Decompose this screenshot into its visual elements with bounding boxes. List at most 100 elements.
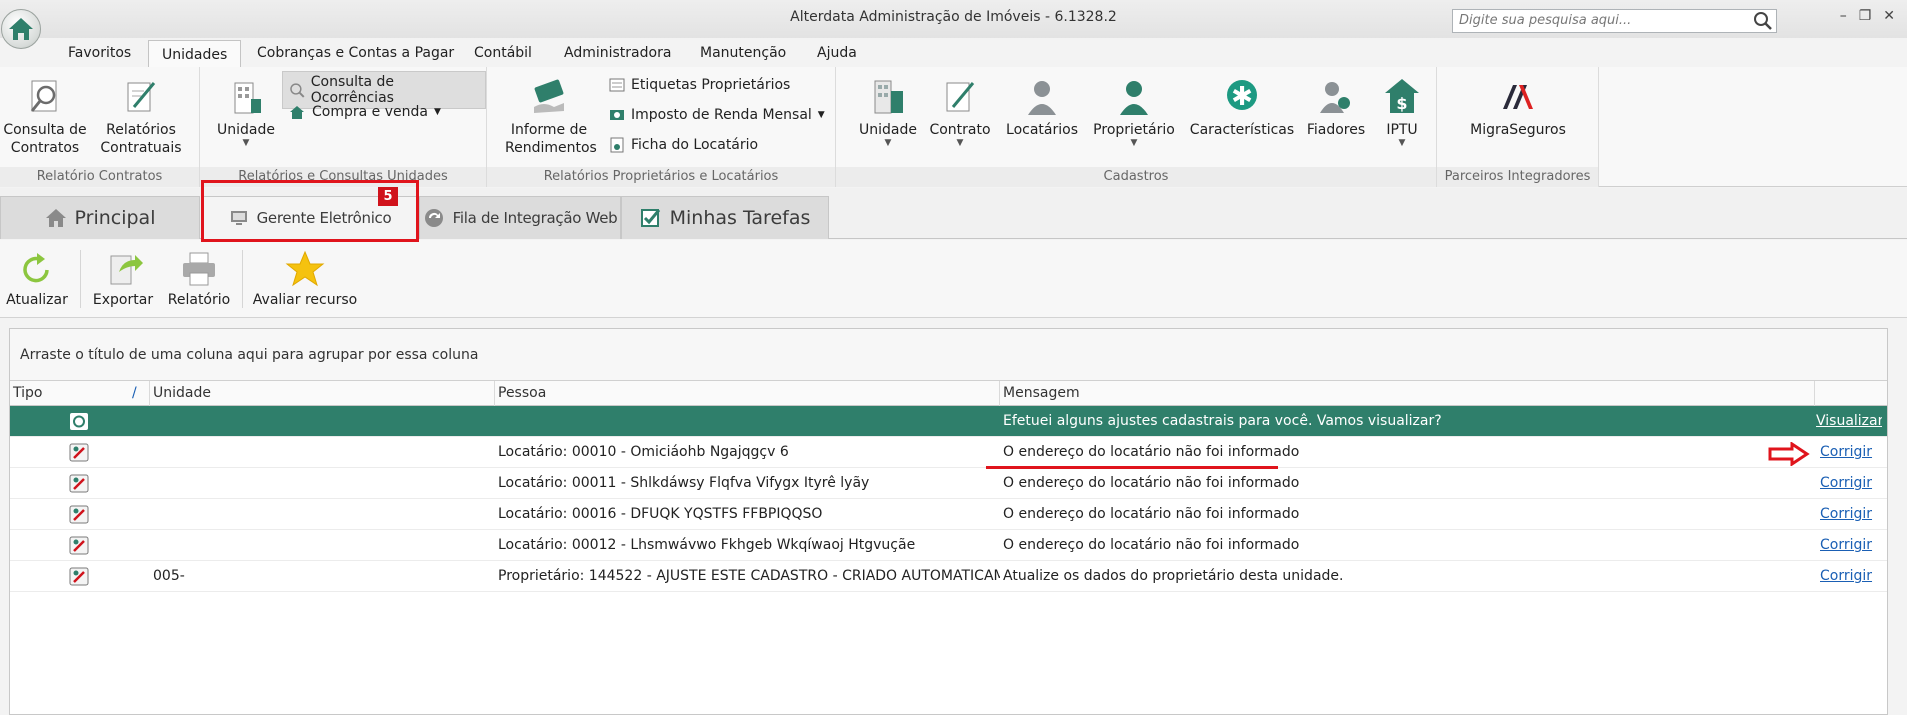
cadastro-fiadores-label: Fiadores xyxy=(1306,122,1366,138)
cadastro-locatarios-button[interactable]: Locatários xyxy=(1002,77,1082,139)
svg-text:$: $ xyxy=(1396,94,1407,113)
search-placeholder: Digite sua pesquisa aqui... xyxy=(1459,13,1632,28)
migraseguros-label: MigraSeguros xyxy=(1470,122,1566,138)
document-pen-icon xyxy=(127,82,156,112)
column-header-mensagem[interactable]: Mensagem xyxy=(1000,381,1815,406)
migraseguros-logo-icon xyxy=(1503,85,1533,109)
cadastro-fiadores-button[interactable]: Fiadores xyxy=(1302,77,1370,139)
menu-tab-manutencao[interactable]: Manutenção xyxy=(700,44,786,68)
menu-tab-administradora[interactable]: Administradora xyxy=(564,44,671,68)
column-header-pessoa[interactable]: Pessoa xyxy=(495,381,1000,406)
menu-tab-cobrancas[interactable]: Cobranças e Contas a Pagar xyxy=(257,44,454,68)
building-icon xyxy=(874,80,903,114)
edit-warning-icon xyxy=(69,474,89,493)
cadastro-caracteristicas-button[interactable]: ✱ Características xyxy=(1188,77,1296,139)
adjust-icon xyxy=(70,413,88,430)
column-header-tipo[interactable]: Tipo / xyxy=(10,381,150,406)
group-by-panel[interactable]: Arraste o título de uma coluna aqui para… xyxy=(10,329,1887,381)
tab-fila-integracao[interactable]: Fila de Integração Web xyxy=(419,196,621,239)
unidade-report-label: Unidade xyxy=(217,122,275,138)
ficha-locatario-label: Ficha do Locatário xyxy=(631,137,759,153)
search-icon[interactable] xyxy=(1753,11,1773,35)
printer-icon xyxy=(183,252,215,286)
cell-pessoa: Locatário: 00016 - DFUQK YQSTFS FFBPIQQS… xyxy=(498,506,823,522)
search-input[interactable]: Digite sua pesquisa aqui... xyxy=(1452,9,1777,33)
cell-pessoa xyxy=(498,406,998,437)
ribbon-group-parceiros: MigraSeguros Parceiros Integradores xyxy=(1437,67,1599,187)
avaliar-recurso-button[interactable]: Avaliar recurso xyxy=(252,250,358,308)
cadastro-unidade-button[interactable]: Unidade ▼ xyxy=(856,77,920,148)
exportar-label: Exportar xyxy=(92,292,154,308)
export-icon xyxy=(110,255,143,285)
table-row[interactable]: Locatário: 00016 - DFUQK YQSTFS FFBPIQQS… xyxy=(10,499,1887,530)
cell-unidade: 005- xyxy=(153,568,185,584)
corrigir-link[interactable]: Corrigir xyxy=(1820,561,1882,592)
group-label-cadastros: Cadastros xyxy=(836,167,1436,187)
table-row[interactable]: Efetuei alguns ajustes cadastrais para v… xyxy=(10,406,1887,437)
corrigir-link[interactable]: Corrigir xyxy=(1820,437,1882,468)
corrigir-link[interactable]: Corrigir xyxy=(1820,499,1882,530)
ribbon-group-cadastros: Unidade ▼ Contrato ▼ Locatários Propriet… xyxy=(836,67,1437,187)
table-row[interactable]: 005- Proprietário: 144522 - AJUSTE ESTE … xyxy=(10,561,1887,592)
visualizar-link[interactable]: Visualizar xyxy=(1816,406,1882,437)
corrigir-link[interactable]: Corrigir xyxy=(1820,530,1882,561)
corrigir-link[interactable]: Corrigir xyxy=(1820,468,1882,499)
window-controls: – ❐ ✕ xyxy=(1840,8,1895,24)
column-header-unidade[interactable]: Unidade xyxy=(150,381,495,406)
tab-principal[interactable]: Principal xyxy=(0,196,200,239)
document-tabs: Principal Gerente Eletrônico Fila de Int… xyxy=(0,188,1907,239)
group-label-relatorios-proprietarios: Relatórios Proprietários e Locatários xyxy=(487,167,835,187)
table-row[interactable]: Locatário: 00011 - Shlkdáwsy Flqfva Vify… xyxy=(10,468,1887,499)
person-green-icon xyxy=(1120,81,1148,115)
informe-rendimentos-button[interactable]: Informe de Rendimentos xyxy=(505,77,597,157)
ribbon-group-relatorios-consultas: Unidade ▼ Consulta de Ocorrências Compra… xyxy=(200,67,487,187)
highlight-underline xyxy=(986,466,1278,469)
cadastro-contrato-button[interactable]: Contrato ▼ xyxy=(926,77,994,148)
menu-bar: Favoritos Unidades Cobranças e Contas a … xyxy=(0,38,1907,69)
tab-tarefas-label: Minhas Tarefas xyxy=(669,207,811,229)
atualizar-button[interactable]: Atualizar xyxy=(4,250,70,308)
dropdown-arrow-icon: ▼ xyxy=(1130,138,1138,148)
cell-unidade xyxy=(153,530,493,561)
chat-search-icon xyxy=(290,83,305,98)
close-icon[interactable]: ✕ xyxy=(1883,8,1895,24)
consulta-contratos-label-1: Consulta de xyxy=(3,122,87,138)
cadastro-proprietario-button[interactable]: Proprietário ▼ xyxy=(1088,77,1180,148)
unidade-report-button[interactable]: Unidade ▼ xyxy=(214,77,278,148)
minimize-icon[interactable]: – xyxy=(1840,8,1847,24)
migraseguros-button[interactable]: MigraSeguros xyxy=(1445,77,1591,139)
home-button[interactable] xyxy=(1,9,41,49)
relatorios-contratuais-button[interactable]: Relatórios Contratuais xyxy=(98,77,184,157)
tab-minhas-tarefas[interactable]: Minhas Tarefas xyxy=(621,196,829,239)
person-gray-icon xyxy=(1028,81,1056,115)
menu-tab-favoritos[interactable]: Favoritos xyxy=(68,44,131,68)
grid-toolbar: Atualizar Exportar Relatório Avaliar rec… xyxy=(0,240,1907,318)
ficha-locatario-button[interactable]: Ficha do Locatário xyxy=(609,137,758,153)
ribbon-group-relatorio-contratos: Consulta de Contratos Relatórios Contrat… xyxy=(0,67,200,187)
relatorio-button[interactable]: Relatório xyxy=(166,250,232,308)
restore-icon[interactable]: ❐ xyxy=(1859,8,1872,24)
label-icon xyxy=(609,78,625,92)
compra-venda-label: Compra e venda xyxy=(312,104,428,120)
table-row[interactable]: Locatário: 00010 - Omiciáohb Ngajqgçv 6 … xyxy=(10,437,1887,468)
dropdown-arrow-icon: ▼ xyxy=(242,138,250,148)
imposto-renda-label: Imposto de Renda Mensal xyxy=(631,107,812,123)
menu-tab-contabil[interactable]: Contábil xyxy=(474,44,532,68)
consulta-contratos-button[interactable]: Consulta de Contratos xyxy=(2,77,88,157)
data-grid: Arraste o título de uma coluna aqui para… xyxy=(9,328,1888,715)
exportar-button[interactable]: Exportar xyxy=(88,250,158,308)
etiquetas-proprietarios-button[interactable]: Etiquetas Proprietários xyxy=(609,77,790,93)
magnifier-document-icon xyxy=(30,80,57,112)
dropdown-arrow-icon: ▼ xyxy=(1398,138,1406,148)
cell-unidade xyxy=(153,406,493,437)
edit-warning-icon xyxy=(69,505,89,524)
edit-warning-icon xyxy=(69,536,89,555)
cadastro-iptu-button[interactable]: $ IPTU ▼ xyxy=(1376,77,1428,148)
house-handshake-icon xyxy=(290,106,304,119)
imposto-renda-button[interactable]: Imposto de Renda Mensal ▼ xyxy=(609,107,825,123)
cell-mensagem: O endereço do locatário não foi informad… xyxy=(1003,444,1300,460)
table-row[interactable]: Locatário: 00012 - Lhsmwávwo Fkhgeb Wkqí… xyxy=(10,530,1887,561)
menu-tab-unidades[interactable]: Unidades xyxy=(148,40,242,69)
menu-tab-ajuda[interactable]: Ajuda xyxy=(817,44,857,68)
compra-venda-button[interactable]: Compra e venda ▼ xyxy=(288,104,441,120)
